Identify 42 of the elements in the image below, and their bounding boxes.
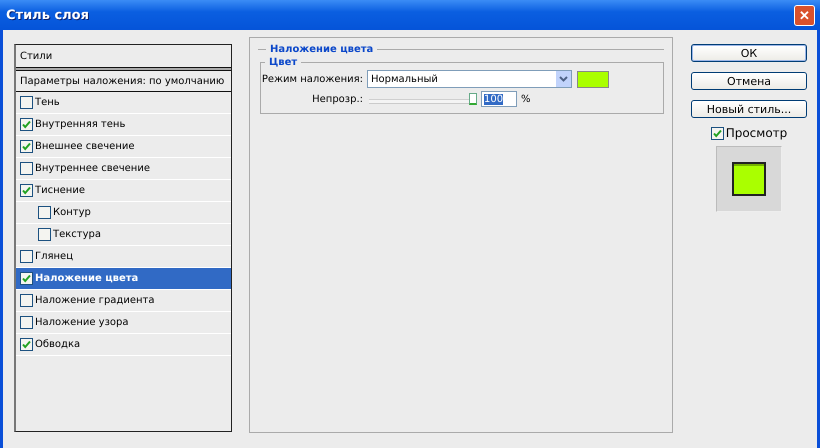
checkbox[interactable] [20, 96, 33, 109]
style-item[interactable]: Наложение узора [16, 312, 231, 334]
opacity-field[interactable]: 100 [481, 91, 517, 107]
checkbox[interactable] [20, 184, 33, 197]
checkbox[interactable] [20, 250, 33, 263]
style-item[interactable]: Внутренняя тень [16, 114, 231, 136]
style-item[interactable]: Текстура [16, 224, 231, 246]
style-item[interactable]: Контур [16, 202, 231, 224]
opacity-label: Непрозр.: [311, 94, 364, 104]
preview-label: Просмотр [726, 126, 788, 140]
style-item[interactable]: Тень [16, 92, 231, 114]
checkbox[interactable] [20, 294, 33, 307]
blending-options-item[interactable]: Параметры наложения: по умолчанию [20, 76, 224, 86]
style-item[interactable]: Внешнее свечение [16, 136, 231, 158]
slider-thumb[interactable] [469, 93, 477, 105]
dialog-button[interactable]: Новый стиль... [691, 100, 807, 118]
checkbox[interactable] [20, 140, 33, 153]
window-title: Стиль слоя [6, 8, 89, 22]
dialog-button[interactable]: Отмена [691, 72, 807, 90]
percent-unit: % [521, 94, 531, 104]
style-item[interactable]: Обводка [16, 334, 231, 356]
checkbox[interactable] [20, 162, 33, 175]
section-title: Наложение цвета [269, 44, 374, 55]
dialog-button[interactable]: ОК [691, 44, 807, 62]
checkbox[interactable] [20, 338, 33, 351]
blend-mode-label: Режим наложения: [261, 74, 364, 84]
checkbox[interactable] [20, 316, 33, 329]
style-item[interactable]: Наложение градиента [16, 290, 231, 312]
checkbox[interactable] [38, 228, 51, 241]
style-item[interactable]: Наложение цвета [16, 268, 231, 290]
style-item[interactable]: Тиснение [16, 180, 231, 202]
checkbox[interactable] [20, 272, 33, 285]
style-item[interactable]: Внутреннее свечение [16, 158, 231, 180]
checkbox[interactable] [710, 126, 724, 140]
style-preview [716, 146, 782, 212]
color-swatch[interactable] [577, 70, 609, 88]
checkbox[interactable] [38, 206, 51, 219]
checkbox[interactable] [20, 118, 33, 131]
close-button[interactable]: ✕ [794, 4, 815, 26]
styles-header[interactable]: Стили [20, 50, 52, 62]
group-title: Цвет [268, 57, 298, 68]
blend-mode-dropdown[interactable]: Нормальный [367, 70, 572, 88]
